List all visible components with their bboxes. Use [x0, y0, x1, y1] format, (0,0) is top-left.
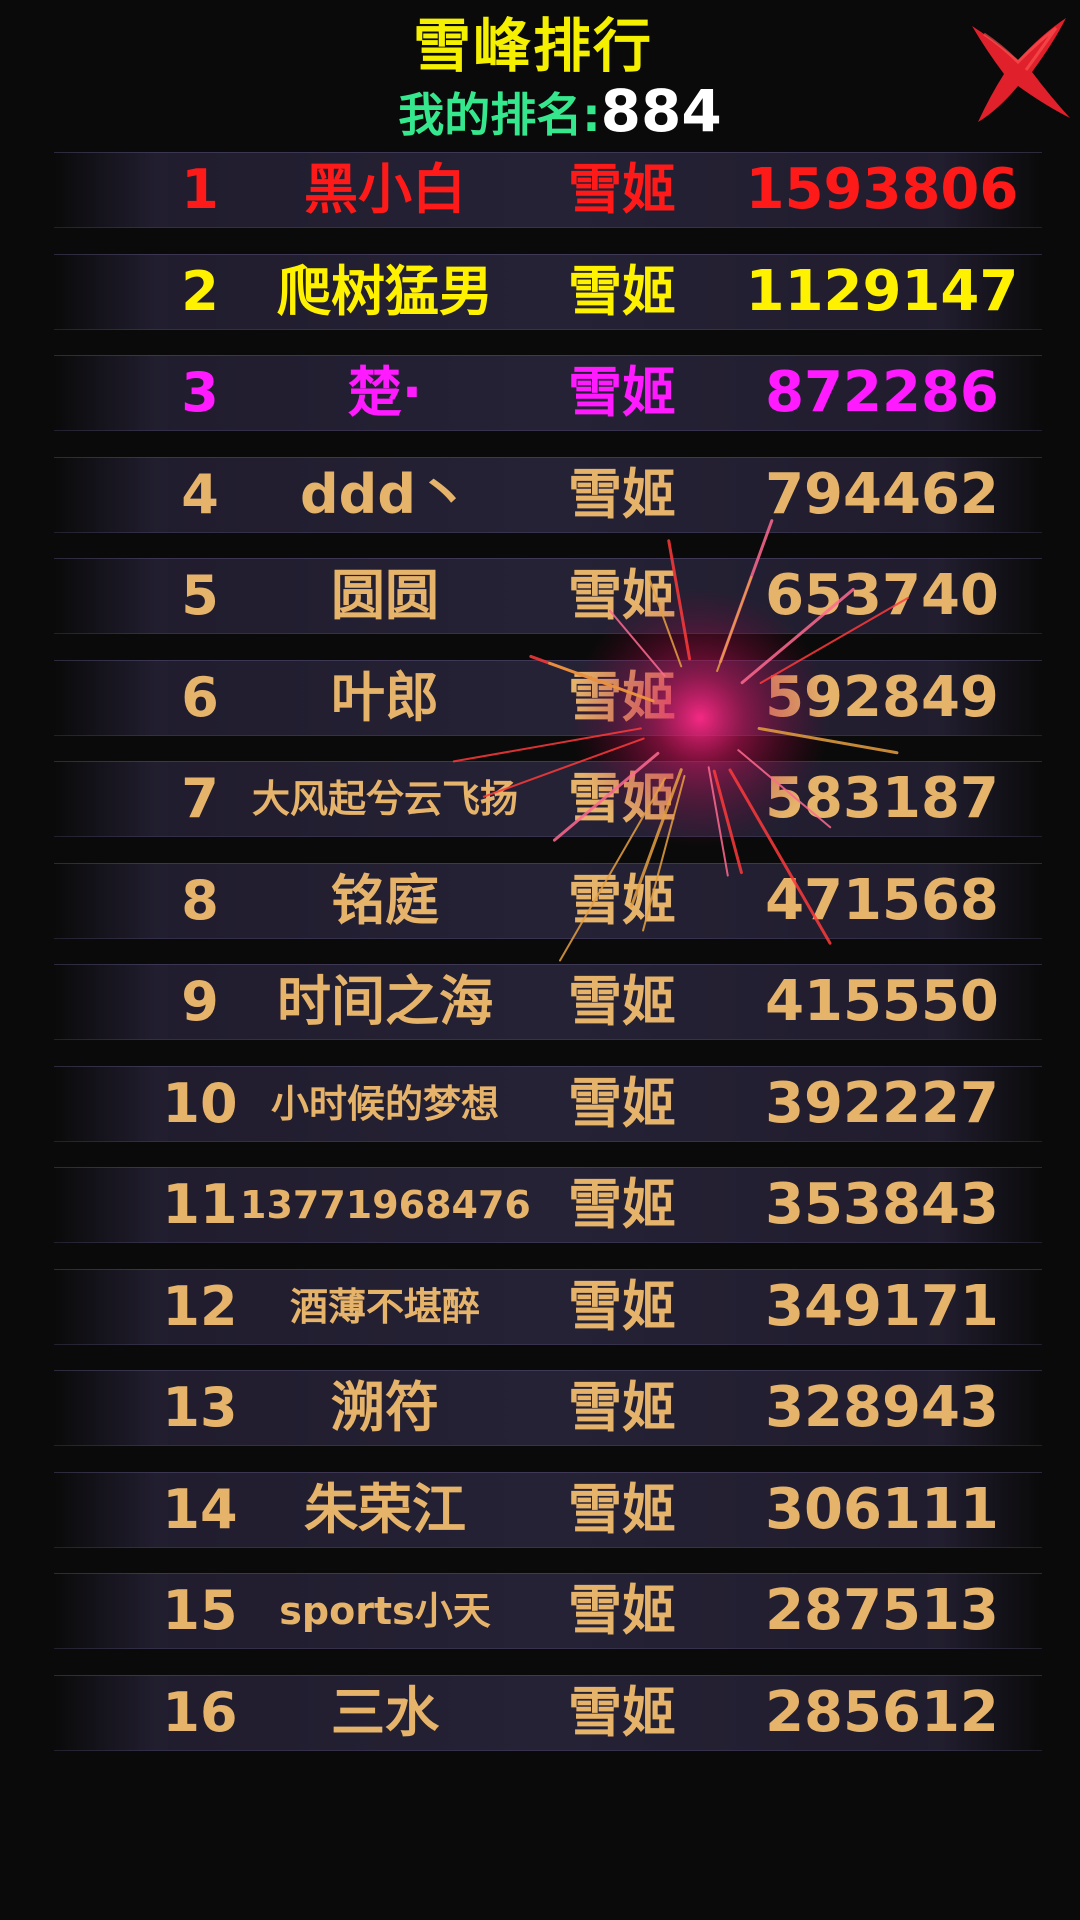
player-class: 雪姬: [568, 868, 676, 932]
score-cell: 285612: [765, 1679, 999, 1745]
rank-cell: 10: [162, 1071, 238, 1135]
page-title: 雪峰排行: [412, 12, 653, 80]
player-name: 楚·: [347, 361, 423, 424]
table-row[interactable]: 5 圆圆 雪姬 653740: [54, 558, 1042, 634]
rank-cell: 13: [162, 1376, 238, 1439]
player-name: 叶郎: [331, 665, 439, 729]
table-row[interactable]: 13 溯符 雪姬 328943: [54, 1370, 1042, 1446]
player-class: 雪姬: [568, 1680, 676, 1744]
player-class: 雪姬: [568, 970, 676, 1033]
table-row[interactable]: 14 朱荣江 雪姬 306111: [54, 1471, 1042, 1548]
score-cell: 353843: [765, 1172, 999, 1237]
rank-cell: 6: [181, 665, 219, 729]
player-name: 13771968476: [240, 1183, 530, 1227]
table-row[interactable]: 2 爬树猛男 雪姬 1129147: [54, 253, 1042, 330]
score-cell: 872286: [765, 360, 999, 425]
player-class: 雪姬: [568, 767, 676, 830]
player-class: 雪姬: [568, 564, 676, 627]
rank-cell: 5: [181, 564, 219, 627]
table-row[interactable]: 11 13771968476 雪姬 353843: [54, 1167, 1042, 1243]
rank-cell: 14: [162, 1477, 238, 1541]
rank-cell: 12: [162, 1274, 238, 1338]
player-name: 圆圆: [331, 564, 439, 627]
rank-cell: 1: [181, 158, 219, 221]
score-cell: 415550: [765, 969, 999, 1034]
table-row[interactable]: 7 大风起兮云飞扬 雪姬 583187: [54, 761, 1042, 837]
player-name: 大风起兮云飞扬: [251, 777, 518, 821]
player-class: 雪姬: [568, 259, 676, 323]
player-name: 时间之海: [277, 970, 493, 1033]
rank-cell: 16: [162, 1680, 238, 1744]
rank-cell: 7: [181, 767, 219, 830]
player-name: 朱荣江: [304, 1477, 466, 1541]
score-cell: 583187: [765, 766, 999, 831]
table-row[interactable]: 9 时间之海 雪姬 415550: [54, 964, 1042, 1040]
player-name: 黑小白: [304, 158, 466, 221]
player-name: ddd丶: [300, 462, 470, 526]
player-class: 雪姬: [568, 1071, 676, 1135]
player-name: 铭庭: [331, 868, 439, 932]
score-cell: 1129147: [745, 258, 1019, 324]
player-name: 小时候的梦想: [270, 1081, 499, 1126]
score-cell: 1593806: [745, 157, 1019, 222]
player-class: 雪姬: [568, 1173, 676, 1236]
player-class: 雪姬: [568, 1477, 676, 1541]
table-row[interactable]: 3 楚· 雪姬 872286: [54, 355, 1042, 431]
score-cell: 287513: [765, 1578, 999, 1643]
player-name: sports小天: [279, 1589, 491, 1633]
player-class: 雪姬: [568, 1579, 676, 1642]
player-name: 三水: [331, 1680, 439, 1744]
close-icon: [972, 18, 1070, 122]
player-class: 雪姬: [568, 1376, 676, 1439]
close-button[interactable]: [962, 12, 1074, 124]
rank-cell: 2: [181, 259, 219, 323]
rank-cell: 9: [181, 970, 219, 1033]
player-name: 爬树猛男: [277, 259, 493, 323]
player-class: 雪姬: [568, 158, 676, 221]
player-class: 雪姬: [568, 665, 676, 729]
table-row[interactable]: 6 叶郎 雪姬 592849: [54, 659, 1042, 736]
rank-cell: 11: [162, 1173, 238, 1236]
player-class: 雪姬: [568, 462, 676, 526]
table-row[interactable]: 4 ddd丶 雪姬 794462: [54, 456, 1042, 533]
score-cell: 306111: [765, 1476, 999, 1542]
rank-cell: 3: [181, 361, 219, 424]
table-row[interactable]: 1 黑小白 雪姬 1593806: [54, 152, 1042, 228]
score-cell: 471568: [765, 867, 999, 933]
score-cell: 349171: [765, 1273, 999, 1339]
player-name: 酒薄不堪醉: [289, 1284, 480, 1329]
table-row[interactable]: 15 sports小天 雪姬 287513: [54, 1573, 1042, 1649]
score-cell: 653740: [765, 563, 999, 628]
player-name: 溯符: [331, 1376, 439, 1439]
my-rank-value: 884: [600, 77, 722, 145]
table-row[interactable]: 16 三水 雪姬 285612: [54, 1674, 1042, 1751]
my-rank-label: 我的排名:: [398, 88, 601, 142]
player-class: 雪姬: [568, 1274, 676, 1338]
rank-cell: 15: [162, 1579, 238, 1642]
score-cell: 794462: [765, 461, 999, 527]
table-row[interactable]: 12 酒薄不堪醉 雪姬 349171: [54, 1268, 1042, 1345]
table-row[interactable]: 8 铭庭 雪姬 471568: [54, 862, 1042, 939]
score-cell: 592849: [765, 664, 999, 730]
rank-cell: 4: [181, 462, 219, 526]
score-cell: 328943: [765, 1375, 999, 1440]
score-cell: 392227: [765, 1070, 999, 1136]
table-row[interactable]: 10 小时候的梦想 雪姬 392227: [54, 1065, 1042, 1142]
my-rank: 我的排名:884: [0, 76, 1080, 161]
player-class: 雪姬: [568, 361, 676, 424]
rank-cell: 8: [181, 868, 219, 932]
